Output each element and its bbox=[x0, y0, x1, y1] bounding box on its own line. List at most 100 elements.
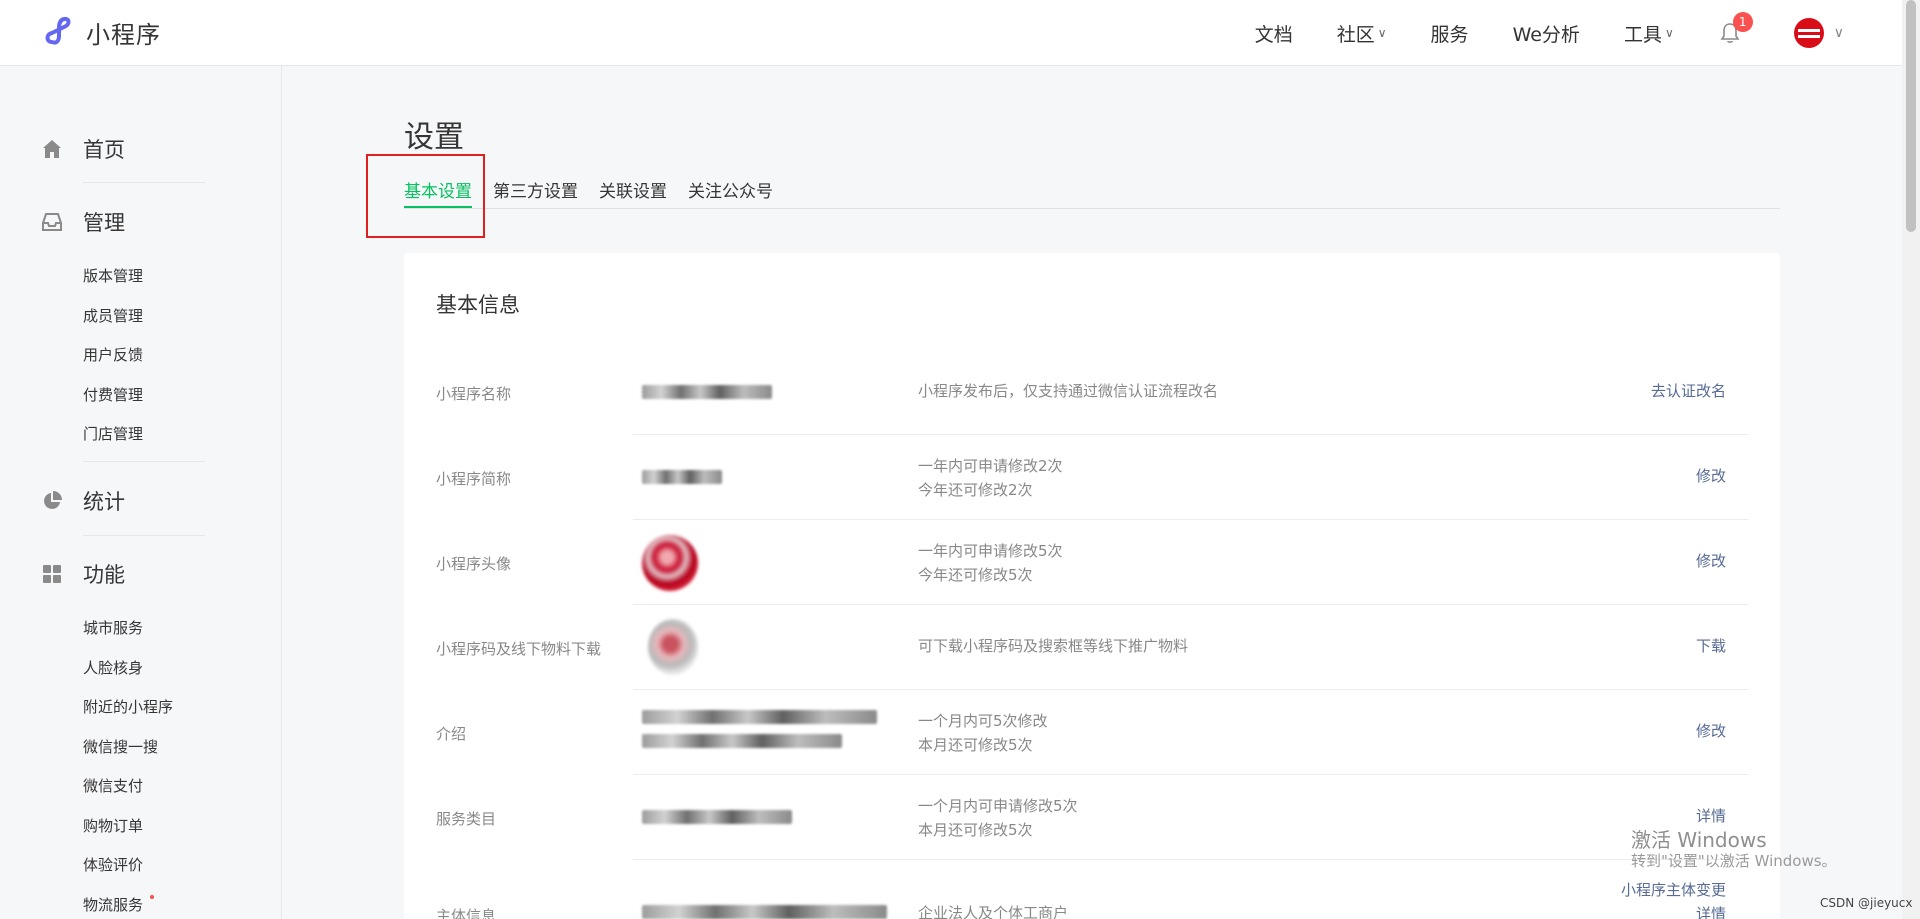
sidebar: 首页 管理 版本管理 成员管理 用户反馈 付费管理 门店管理 统计 功能 城市服… bbox=[0, 66, 282, 919]
sidebar-item-stats[interactable]: 统计 bbox=[40, 486, 125, 516]
nav-tools[interactable]: 工具 ∨ bbox=[1624, 20, 1674, 47]
edit-intro-link[interactable]: 修改 bbox=[1696, 719, 1726, 743]
inbox-icon bbox=[40, 210, 64, 234]
windows-activation-title: 激活 Windows bbox=[1631, 828, 1767, 852]
logo[interactable]: 小程序 bbox=[42, 14, 161, 50]
redacted-value bbox=[642, 710, 877, 748]
miniprogram-logo-icon bbox=[45, 16, 71, 45]
row-label: 小程序码及线下物料下载 bbox=[436, 640, 602, 658]
row-label: 小程序名称 bbox=[436, 385, 512, 403]
redacted-value bbox=[642, 385, 772, 399]
row-desc-line: 小程序发布后，仅支持通过微信认证流程改名 bbox=[918, 382, 1219, 400]
divider bbox=[83, 535, 205, 536]
row-description: 可下载小程序码及搜索框等线下推广物料 bbox=[918, 634, 1188, 658]
row-desc-line: 一年内可申请修改2次 bbox=[918, 457, 1063, 475]
windows-activation-hint: 转到"设置"以激活 Windows。 bbox=[1631, 852, 1837, 870]
sidebar-item-version[interactable]: 版本管理 bbox=[83, 265, 143, 286]
sidebar-item-nearby[interactable]: 附近的小程序 bbox=[83, 696, 173, 717]
sidebar-item-payment[interactable]: 付费管理 bbox=[83, 384, 143, 405]
tab-linked[interactable]: 关联设置 bbox=[599, 177, 667, 209]
row-desc-line: 一个月内可5次修改 bbox=[918, 712, 1048, 730]
sidebar-item-manage[interactable]: 管理 bbox=[40, 207, 125, 237]
redacted-avatar bbox=[642, 535, 698, 591]
nav-community[interactable]: 社区 ∨ bbox=[1337, 20, 1387, 47]
sidebar-item-face-verify[interactable]: 人脸核身 bbox=[83, 657, 143, 678]
row-description: 一年内可申请修改5次 今年还可修改5次 bbox=[918, 539, 1063, 587]
redacted-value bbox=[642, 905, 887, 919]
sidebar-item-feedback[interactable]: 用户反馈 bbox=[83, 344, 143, 365]
row-label: 小程序简称 bbox=[436, 470, 512, 488]
chevron-down-icon: ∨ bbox=[1377, 26, 1387, 40]
sidebar-item-home[interactable]: 首页 bbox=[40, 134, 125, 164]
sidebar-item-wechat-pay[interactable]: 微信支付 bbox=[83, 775, 143, 796]
info-row-intro: 介绍 一个月内可5次修改 本月还可修改5次 修改 bbox=[404, 690, 1780, 775]
annotation-highlight-box bbox=[366, 154, 485, 238]
new-dot bbox=[150, 895, 154, 899]
tab-follow-account[interactable]: 关注公众号 bbox=[688, 177, 773, 209]
notification-button[interactable]: 1 bbox=[1718, 12, 1753, 45]
row-label: 服务类目 bbox=[436, 810, 497, 828]
sidebar-item-manage-label: 管理 bbox=[83, 211, 125, 235]
sidebar-item-city-service[interactable]: 城市服务 bbox=[83, 617, 143, 638]
sidebar-item-features-label: 功能 bbox=[83, 563, 125, 587]
chevron-down-icon[interactable]: ∨ bbox=[1834, 25, 1844, 41]
edit-short-name-link[interactable]: 修改 bbox=[1696, 464, 1726, 488]
vertical-scrollbar[interactable] bbox=[1902, 0, 1920, 919]
sidebar-item-orders[interactable]: 购物订单 bbox=[83, 815, 143, 836]
row-desc-line: 可下载小程序码及搜索框等线下推广物料 bbox=[918, 637, 1189, 655]
info-row-qrcode: 小程序码及线下物料下载 可下载小程序码及搜索框等线下推广物料 下载 bbox=[404, 605, 1780, 690]
sidebar-item-stats-label: 统计 bbox=[83, 490, 125, 514]
row-actions: 小程序主体变更 详情 bbox=[1621, 878, 1726, 919]
nav-we-analysis-label: We分析 bbox=[1512, 23, 1580, 46]
tab-third-party[interactable]: 第三方设置 bbox=[493, 177, 578, 209]
redacted-value bbox=[642, 470, 722, 484]
notification-badge: 1 bbox=[1732, 12, 1753, 32]
verify-rename-link[interactable]: 去认证改名 bbox=[1651, 379, 1726, 403]
csdn-credit: CSDN @jieyucx bbox=[1820, 896, 1913, 910]
sidebar-item-stores[interactable]: 门店管理 bbox=[83, 423, 143, 444]
avatar[interactable] bbox=[1793, 18, 1824, 48]
section-title: 基本信息 bbox=[436, 293, 520, 317]
sidebar-item-logistics[interactable]: 物流服务 bbox=[83, 894, 143, 915]
pie-chart-icon bbox=[40, 489, 64, 513]
info-row-name: 小程序名称 小程序发布后，仅支持通过微信认证流程改名 去认证改名 bbox=[404, 350, 1780, 435]
divider bbox=[83, 461, 205, 462]
row-actions: 修改 bbox=[1696, 549, 1726, 573]
home-icon bbox=[40, 137, 64, 161]
download-link[interactable]: 下载 bbox=[1696, 634, 1726, 658]
row-actions: 修改 bbox=[1696, 719, 1726, 743]
row-description: 一个月内可申请修改5次 本月还可修改5次 bbox=[918, 794, 1078, 842]
row-actions: 下载 bbox=[1696, 634, 1726, 658]
row-label: 介绍 bbox=[436, 725, 467, 743]
nav-services-label: 服务 bbox=[1430, 23, 1469, 46]
row-label: 主体信息 bbox=[436, 907, 497, 919]
sidebar-item-home-label: 首页 bbox=[83, 138, 125, 162]
row-label: 小程序头像 bbox=[436, 555, 512, 573]
nav-services[interactable]: 服务 bbox=[1431, 20, 1469, 47]
row-desc-line: 企业法人及个体工商户 bbox=[918, 904, 1069, 919]
nav-docs[interactable]: 文档 bbox=[1255, 20, 1293, 47]
row-description: 一年内可申请修改2次 今年还可修改2次 bbox=[918, 454, 1063, 502]
redacted-value bbox=[642, 810, 792, 824]
row-desc-line: 本月还可修改5次 bbox=[918, 736, 1033, 754]
sidebar-item-features[interactable]: 功能 bbox=[40, 559, 125, 589]
info-row-short-name: 小程序简称 一年内可申请修改2次 今年还可修改2次 修改 bbox=[404, 435, 1780, 520]
sidebar-item-members[interactable]: 成员管理 bbox=[83, 305, 143, 326]
info-row-categories: 服务类目 一个月内可申请修改5次 本月还可修改5次 详情 bbox=[404, 775, 1780, 860]
nav-docs-label: 文档 bbox=[1254, 23, 1293, 46]
app-name: 小程序 bbox=[86, 20, 161, 49]
chevron-down-icon: ∨ bbox=[1664, 26, 1674, 40]
page-title: 设置 bbox=[404, 120, 464, 155]
sidebar-item-reviews[interactable]: 体验评价 bbox=[83, 854, 143, 875]
row-actions: 修改 bbox=[1696, 464, 1726, 488]
tabs-divider bbox=[404, 208, 1780, 209]
entity-change-link[interactable]: 小程序主体变更 bbox=[1621, 878, 1726, 902]
info-row-entity: 主体信息 企业法人及个体工商户 小程序主体变更 详情 bbox=[404, 860, 1780, 919]
grid-icon bbox=[40, 562, 64, 586]
sidebar-item-wechat-search[interactable]: 微信搜一搜 bbox=[83, 736, 158, 757]
nav-we-analysis[interactable]: We分析 bbox=[1513, 20, 1580, 47]
entity-details-link[interactable]: 详情 bbox=[1621, 902, 1726, 919]
edit-avatar-link[interactable]: 修改 bbox=[1696, 549, 1726, 573]
scrollbar-thumb[interactable] bbox=[1906, 0, 1916, 232]
basic-info-card: 基本信息 小程序名称 小程序发布后，仅支持通过微信认证流程改名 去认证改名 小程… bbox=[404, 253, 1780, 919]
